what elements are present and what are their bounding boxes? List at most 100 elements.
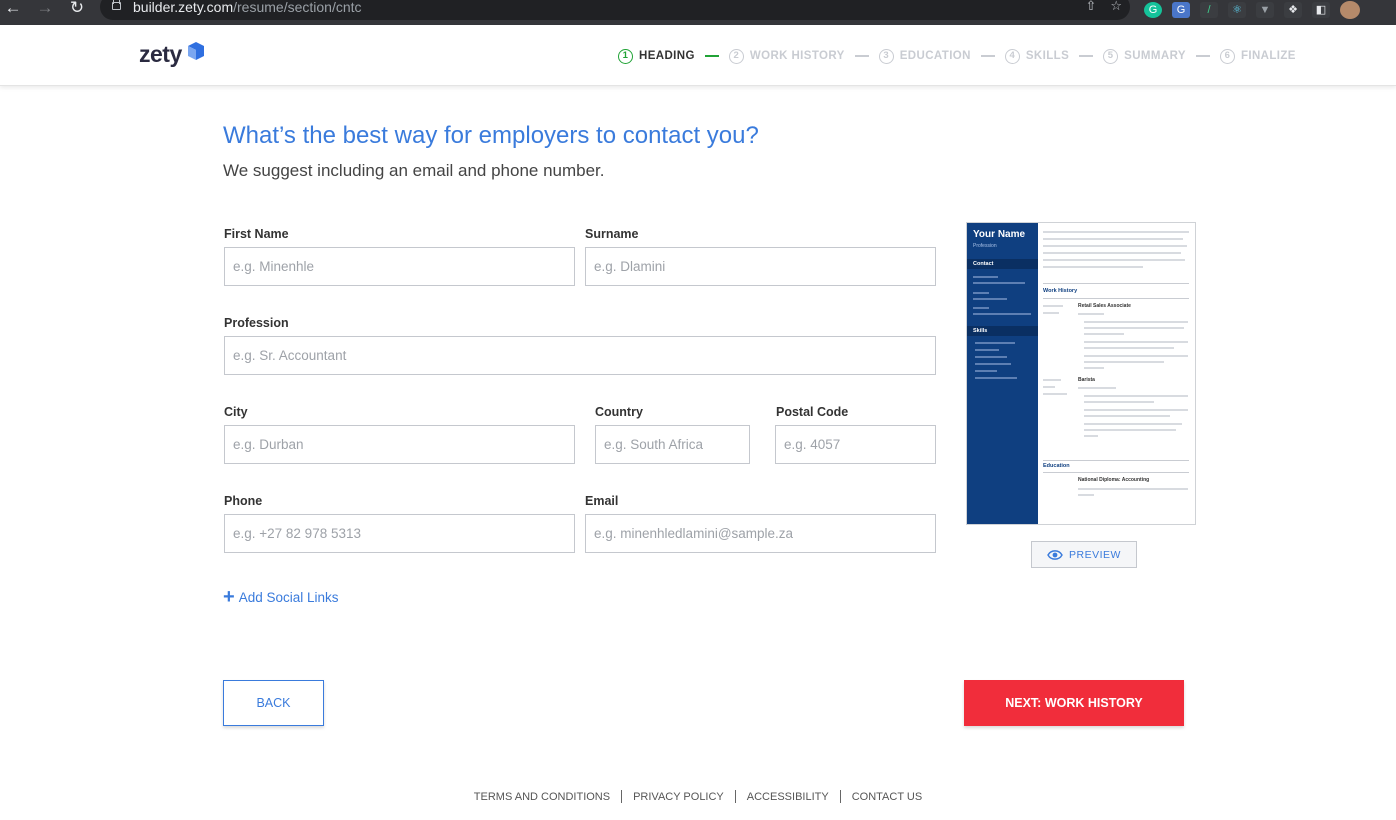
puzzle-extensions-icon[interactable]: ❖ [1284, 2, 1302, 18]
resume-text-line [1084, 327, 1184, 329]
step-skills[interactable]: 4 SKILLS [1004, 48, 1070, 64]
lock-icon [112, 0, 121, 10]
resume-sidebar: Your Name Profession Contact Skills [967, 223, 1038, 524]
app-header: zety 1 HEADING 2 WORK HISTORY 3 EDUCATION 4… [0, 25, 1396, 86]
grammarly-extension-icon[interactable]: G [1144, 2, 1162, 18]
resume-text-line [1084, 333, 1124, 335]
step-heading[interactable]: 1 HEADING [618, 48, 695, 64]
footer-link-accessibility[interactable]: ACCESSIBILITY [736, 791, 840, 803]
resume-name: Your Name [973, 229, 1026, 240]
resume-preview-thumbnail[interactable]: Your Name Profession Contact Skills Work… [966, 222, 1196, 525]
zety-logo-mark-icon [188, 42, 204, 60]
resume-text-line [973, 307, 989, 309]
address-bar[interactable]: builder.zety.com/resume/section/cntc ⇧ ☆ [100, 0, 1130, 20]
resume-rule [1043, 460, 1189, 461]
step-education[interactable]: 3 EDUCATION [878, 48, 971, 64]
phone-input[interactable] [224, 514, 575, 553]
share-icon[interactable]: ⇧ [1085, 0, 1096, 14]
resume-job-title: Barista [1078, 377, 1095, 383]
resume-text-line [1084, 361, 1164, 363]
browser-toolbar: ← → ↻ builder.zety.com/resume/section/cn… [0, 0, 1396, 25]
resume-text-line [1084, 395, 1188, 397]
first-name-input[interactable] [224, 247, 575, 286]
resume-contact-heading: Contact [973, 261, 994, 267]
pen-extension-icon[interactable]: / [1200, 2, 1218, 18]
resume-text-line [1084, 355, 1188, 357]
resume-text-line [1084, 347, 1174, 349]
resume-text-line [1043, 386, 1055, 388]
step-number: 6 [1219, 48, 1235, 64]
resume-degree: National Diploma: Accounting [1078, 477, 1150, 483]
resume-text-line [1043, 266, 1143, 268]
resume-text-line [1043, 393, 1067, 395]
eye-icon [1047, 549, 1063, 560]
url-host: builder.zety.com [133, 0, 234, 15]
resume-text-line [1084, 341, 1188, 343]
resume-text-line [1043, 312, 1059, 314]
email-label: Email [585, 494, 619, 508]
postal-code-input[interactable] [775, 425, 936, 464]
resume-rule [1043, 298, 1189, 299]
resume-text-line [1078, 313, 1104, 315]
sidepanel-icon[interactable]: ◧ [1312, 2, 1330, 18]
back-button[interactable]: BACK [223, 680, 324, 726]
step-divider [1079, 55, 1094, 57]
resume-text-line [1043, 238, 1183, 240]
resume-text-line [1084, 367, 1104, 369]
footer-link-privacy[interactable]: PRIVACY POLICY [622, 791, 735, 803]
resume-text-line [973, 276, 998, 278]
step-work-history[interactable]: 2 WORK HISTORY [728, 48, 845, 64]
phone-label: Phone [224, 494, 263, 508]
page-title: What’s the best way for employers to con… [223, 122, 759, 149]
step-label: EDUCATION [899, 50, 971, 62]
step-number: 5 [1103, 48, 1119, 64]
react-extension-icon[interactable]: ⚛ [1228, 2, 1246, 18]
resume-rule [1043, 472, 1189, 473]
resume-text-line [1084, 435, 1098, 437]
resume-text-line [975, 363, 1011, 365]
resume-text-line [1084, 429, 1176, 431]
step-number: 2 [728, 48, 744, 64]
profession-input[interactable] [224, 336, 936, 375]
step-label: HEADING [639, 50, 695, 62]
translate-extension-icon[interactable]: G [1172, 2, 1190, 18]
email-input[interactable] [585, 514, 936, 553]
zety-logo[interactable]: zety [139, 41, 182, 68]
country-input[interactable] [595, 425, 750, 464]
step-finalize[interactable]: 6 FINALIZE [1219, 48, 1296, 64]
add-social-links-label: Add Social Links [238, 589, 339, 605]
resume-text-line [975, 370, 997, 372]
resume-text-line [1084, 321, 1188, 323]
country-label: Country [595, 405, 643, 419]
profile-avatar[interactable] [1340, 1, 1360, 19]
vue-extension-icon[interactable]: ▼ [1256, 2, 1274, 18]
step-label: WORK HISTORY [749, 50, 845, 62]
city-input[interactable] [224, 425, 575, 464]
step-divider [704, 55, 719, 57]
surname-label: Surname [585, 227, 639, 241]
resume-text-line [1084, 401, 1154, 403]
step-label: SUMMARY [1124, 50, 1186, 62]
footer-link-contact[interactable]: CONTACT US [841, 791, 934, 803]
bookmark-star-icon[interactable]: ☆ [1110, 0, 1122, 14]
resume-text-line [1084, 409, 1188, 411]
resume-work-history-heading: Work History [1043, 288, 1078, 294]
resume-text-line [973, 313, 1031, 315]
reload-icon[interactable]: ↻ [67, 0, 87, 20]
step-summary[interactable]: 5 SUMMARY [1103, 48, 1186, 64]
preview-button[interactable]: PREVIEW [1031, 541, 1137, 568]
resume-job-title: Retail Sales Associate [1078, 303, 1131, 309]
footer-link-terms[interactable]: TERMS AND CONDITIONS [463, 791, 621, 803]
url-path: /resume/section/cntc [233, 0, 362, 15]
forward-arrow-icon[interactable]: → [35, 0, 55, 20]
next-work-history-button[interactable]: NEXT: WORK HISTORY [964, 680, 1184, 726]
back-arrow-icon[interactable]: ← [3, 0, 23, 20]
step-label: SKILLS [1025, 50, 1070, 62]
resume-contact-bar: Contact [967, 259, 1038, 269]
resume-text-line [1084, 415, 1170, 417]
resume-text-line [1043, 305, 1063, 307]
resume-profession: Profession [973, 243, 997, 249]
add-social-links-link[interactable]: + Add Social Links [223, 587, 339, 607]
surname-input[interactable] [585, 247, 936, 286]
resume-text-line [975, 377, 1017, 379]
